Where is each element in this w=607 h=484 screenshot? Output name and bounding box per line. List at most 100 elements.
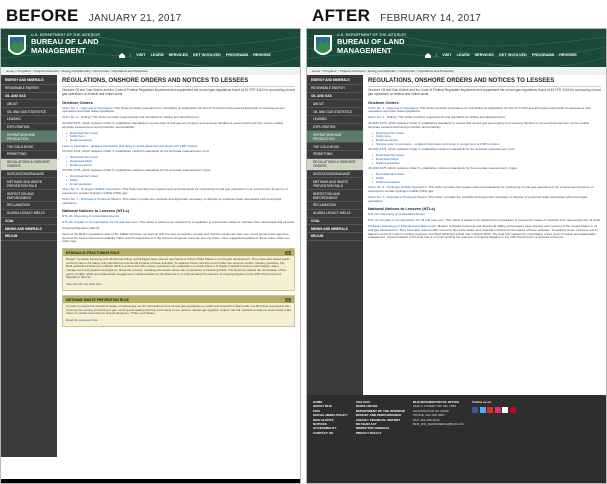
sidebar-item[interactable]: COAL <box>1 218 57 226</box>
sidebar-item[interactable]: EXPLORATION <box>1 124 57 132</box>
sidebar: ENERGY AND MINERALS RENEWABLE ENERGY OIL A… <box>1 75 57 457</box>
sidebar-item[interactable]: ENERGY AND MINERALS <box>307 77 363 85</box>
sidebar-item[interactable]: OIL AND GAS <box>307 93 363 101</box>
home-icon[interactable] <box>425 53 431 58</box>
nav-learn[interactable]: LEARN <box>457 53 470 58</box>
youtube-icon[interactable] <box>487 407 494 414</box>
sidebar-item[interactable]: ALASKA LEGACY WELLS <box>1 210 57 218</box>
sidebar-item[interactable]: OPERATIONS AND PRODUCTION <box>1 131 57 144</box>
ntl1-link[interactable]: NTL-4A: Reporting of Undesirable Events <box>62 215 295 219</box>
nav-services[interactable]: SERVICES <box>169 53 188 58</box>
hf-box-title: HYDRAULIC FRACTURING RULE <box>66 250 120 255</box>
nav-regions[interactable]: REGIONS <box>559 53 577 58</box>
methane-rule-box: METHANE WASTE PREVENTION RULE – In order … <box>62 295 295 327</box>
sample-letter-link[interactable]: Sample letter to operators - updated inf… <box>368 142 601 147</box>
sidebar-item[interactable]: ABOUT <box>1 100 57 109</box>
order6-paragraph: Order No. 6 - Hydrogen Sulfide Operation… <box>62 187 288 196</box>
blm-logo-icon[interactable] <box>7 34 27 60</box>
pinterest-icon[interactable] <box>509 407 516 414</box>
sidebar-item[interactable]: OPERATIONS AND PRODUCTION <box>307 131 363 144</box>
sidebar-item[interactable]: RENEWABLE ENERGY <box>1 85 57 93</box>
site-title[interactable]: U.S. DEPARTMENT OF THE INTERIOR BUREAU O… <box>31 33 100 55</box>
sidebar-item[interactable]: COAL <box>307 218 363 226</box>
ntl-heading: National Notices to Lessees (NTLs) <box>368 206 435 212</box>
sidebar-item[interactable]: HELIUM <box>1 233 57 241</box>
sidebar-item[interactable]: INSPECTION AND ENFORCEMENT <box>307 190 363 202</box>
ongoing-heading: Ongoing Regulatory Efforts <box>62 226 100 231</box>
nav-visit[interactable]: VISIT <box>442 53 452 58</box>
sidebar-item[interactable]: HELIUM <box>307 233 363 241</box>
cfr3175-text: 43 CFR 3175, which replaces Order 5, est… <box>368 166 518 171</box>
footer-link[interactable]: CONTACT US <box>313 431 348 435</box>
sidebar-item[interactable]: REGULATIONS & ONSHORE ORDERS <box>307 158 363 171</box>
after-label: AFTER <box>312 6 371 25</box>
list-item[interactable]: Email questions <box>62 163 295 168</box>
sidebar-item[interactable]: RENEWABLE ENERGY <box>307 85 363 93</box>
sidebar-item[interactable]: LEASING <box>307 116 363 124</box>
nav-services[interactable]: SERVICES <box>475 53 494 58</box>
collapse-icon[interactable]: – <box>285 297 291 302</box>
instagram-icon[interactable] <box>494 407 501 414</box>
list-item[interactable]: Submit questions <box>368 180 601 185</box>
ntl2-link[interactable]: NTL-4A: Royalty or Compensation for Oil … <box>62 220 138 224</box>
intro-text: Onshore Oil and Gas Orders and the Code … <box>62 88 295 96</box>
sidebar-item[interactable]: OIL AND GAS STATISTICS <box>1 108 57 116</box>
list-item[interactable]: Email questions <box>62 182 295 187</box>
sidebar-item[interactable]: MINING AND MINERALS <box>307 225 363 234</box>
sidebar-item[interactable]: PERMITTING <box>307 151 363 159</box>
site-footer: HOME ABOUT BLM FOIA SOCIAL MEDIA POLICY EEO/… <box>307 395 606 483</box>
onshore-heading: Onshore Orders <box>62 99 93 105</box>
collapse-icon[interactable]: – <box>285 250 291 255</box>
sidebar-item[interactable]: UNITIZATION/DRAINAGE <box>307 171 363 179</box>
after-panel: AFTER FEBRUARY 14, 2017 U.S. DEPARTMENT … <box>306 0 607 484</box>
footer-link[interactable]: SOCIAL MEDIA POLICY <box>313 413 348 417</box>
sidebar-item[interactable]: EXPLORATION <box>307 124 363 132</box>
sidebar-item[interactable]: LEASING <box>1 116 57 124</box>
breadcrumb[interactable]: Home > Programs > Program Overview > Ene… <box>307 67 606 75</box>
sidebar-item[interactable]: OIL AND GAS STATISTICS <box>307 108 363 116</box>
list-item[interactable]: Email questions <box>62 138 295 143</box>
sidebar-item[interactable]: INSPECTION AND ENFORCEMENT <box>1 190 57 202</box>
sidebar-item[interactable]: THE GOLD BOOK <box>1 143 57 152</box>
blm-logo-icon[interactable] <box>313 34 333 60</box>
sidebar-item[interactable]: METHANE AND WASTE PREVENTION RULE <box>307 178 363 191</box>
nav-programs[interactable]: PROGRAMS <box>532 53 554 58</box>
follow-label: Follow us on <box>472 400 492 404</box>
before-screenshot: U.S. DEPARTMENT OF THE INTERIOR BUREAU O… <box>0 28 301 484</box>
facebook-icon[interactable] <box>472 407 479 414</box>
ntl1-link[interactable]: NTL-4A: Reporting of Undesirable Events <box>368 213 601 217</box>
site-title[interactable]: U.S. DEPARTMENT OF THE INTERIOR BUREAU O… <box>337 33 406 55</box>
sidebar-item[interactable]: ENERGY AND MINERALS <box>1 77 57 85</box>
sidebar-item[interactable]: REGULATIONS & ONSHORE ORDERS <box>1 158 57 171</box>
ntl2-link[interactable]: NTL-4A: Royalty or Compensation for Oil … <box>368 218 444 222</box>
list-item[interactable]: Submit questions <box>368 161 601 166</box>
sidebar-item[interactable]: MINING AND MINERALS <box>1 225 57 234</box>
nav-visit[interactable]: VISIT <box>136 53 146 58</box>
breadcrumb[interactable]: Home > Programs > Program Overview > Ene… <box>1 67 300 75</box>
sidebar-item[interactable]: THE GOLD BOOK <box>307 143 363 152</box>
sidebar-item[interactable]: METHANE AND WASTE PREVENTION RULE <box>1 178 57 191</box>
sidebar-item[interactable]: ABOUT <box>307 100 363 109</box>
methane-rule-link[interactable]: Read the proposed rule. <box>66 318 98 323</box>
flickr-icon[interactable] <box>502 407 509 414</box>
footer-link[interactable]: PRIVACY POLICY <box>356 431 405 435</box>
nav-regions[interactable]: REGIONS <box>253 53 271 58</box>
ntl2-paragraph: NTL-4A: Royalty or Compensation for Oil … <box>368 218 601 223</box>
nav-programs[interactable]: PROGRAMS <box>226 53 248 58</box>
sidebar-item[interactable]: RECLAMATION <box>307 202 363 210</box>
hf-rule-link[interactable]: View the HF rule slide here. <box>66 282 103 287</box>
sidebar-item[interactable]: OIL AND GAS <box>1 93 57 101</box>
sidebar-item[interactable]: RECLAMATION <box>1 202 57 210</box>
nav-get-involved[interactable]: GET INVOLVED <box>499 53 527 58</box>
sidebar-item[interactable]: UNITIZATION/DRAINAGE <box>1 171 57 179</box>
home-icon[interactable] <box>119 53 125 58</box>
sidebar-item[interactable]: PERMITTING <box>1 151 57 159</box>
twitter-icon[interactable] <box>479 407 486 414</box>
sidebar-item[interactable]: ALASKA LEGACY WELLS <box>307 210 363 218</box>
order2-link[interactable]: Order No. 2 - Drilling <box>368 115 396 119</box>
footer-link[interactable]: BUDGET AND PERFORMANCE <box>356 413 405 417</box>
nav-learn[interactable]: LEARN <box>151 53 164 58</box>
letter-to-operators-link[interactable]: Letter to Operators - updated informatio… <box>62 144 295 149</box>
order2-link[interactable]: Order No. 2 - Drilling <box>62 115 90 119</box>
nav-get-involved[interactable]: GET INVOLVED <box>193 53 221 58</box>
